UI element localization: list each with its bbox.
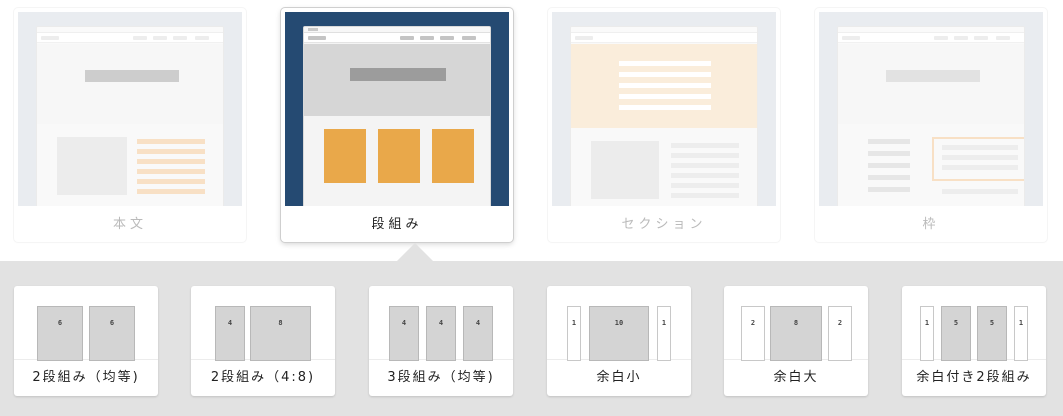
margin-block: 1	[920, 306, 934, 361]
layout-preview: 6 6	[14, 286, 158, 361]
category-label: 本文	[112, 217, 147, 232]
body-template-thumbnail	[18, 12, 242, 206]
browser-mockup	[570, 26, 758, 206]
layout-label: 2段組み（4:8)	[210, 370, 316, 385]
layout-preview: 4 8	[191, 286, 335, 361]
layout-options-panel: 6 6 2段組み（均等) 4 8 2段組み（4:8) 4 4 4 3段組み（均等…	[0, 261, 1063, 416]
category-label: 枠	[922, 217, 940, 232]
margin-block: 2	[741, 306, 765, 361]
layout-label: 3段組み（均等)	[387, 370, 495, 385]
column-block: 4	[215, 306, 245, 361]
column-block: 6	[89, 306, 135, 361]
layout-label: 余白大	[773, 370, 819, 385]
layout-card-two-column-with-margin[interactable]: 1 5 5 1 余白付き2段組み	[902, 286, 1046, 396]
margin-block: 1	[567, 306, 581, 361]
layout-label: 2段組み（均等)	[32, 370, 140, 385]
layout-preview: 1 10 1	[547, 286, 691, 361]
layout-preview: 4 4 4	[369, 286, 513, 361]
column-block: 4	[426, 306, 456, 361]
margin-block: 1	[657, 306, 671, 361]
layout-label: 余白付き2段組み	[916, 370, 1032, 385]
category-card-frame[interactable]: 枠	[815, 8, 1047, 242]
columns-template-thumbnail	[285, 12, 509, 206]
browser-mockup	[36, 26, 224, 206]
margin-block: 2	[828, 306, 852, 361]
column-block: 4	[389, 306, 419, 361]
section-template-thumbnail	[552, 12, 776, 206]
frame-template-thumbnail	[819, 12, 1043, 206]
category-card-body[interactable]: 本文	[14, 8, 246, 242]
category-label: 段組み	[371, 217, 423, 232]
column-block: 8	[250, 306, 311, 361]
column-block: 10	[589, 306, 649, 361]
layout-card-large-margin[interactable]: 2 8 2 余白大	[724, 286, 868, 396]
active-category-pointer	[397, 243, 433, 261]
column-block: 5	[977, 306, 1007, 361]
browser-mockup	[837, 26, 1025, 206]
category-label: セクション	[621, 217, 707, 232]
layout-preview: 2 8 2	[724, 286, 868, 361]
layout-card-two-column-4-8[interactable]: 4 8 2段組み（4:8)	[191, 286, 335, 396]
layout-card-three-column-equal[interactable]: 4 4 4 3段組み（均等)	[369, 286, 513, 396]
layout-preview: 1 5 5 1	[902, 286, 1046, 361]
column-block: 4	[463, 306, 493, 361]
category-card-section[interactable]: セクション	[548, 8, 780, 242]
column-block: 8	[770, 306, 822, 361]
column-block: 6	[37, 306, 83, 361]
layout-card-small-margin[interactable]: 1 10 1 余白小	[547, 286, 691, 396]
category-card-columns[interactable]: 段組み	[281, 8, 513, 242]
column-block: 5	[941, 306, 971, 361]
layout-label: 余白小	[596, 370, 642, 385]
browser-mockup	[303, 26, 491, 206]
margin-block: 1	[1014, 306, 1028, 361]
layout-card-two-column-equal[interactable]: 6 6 2段組み（均等)	[14, 286, 158, 396]
